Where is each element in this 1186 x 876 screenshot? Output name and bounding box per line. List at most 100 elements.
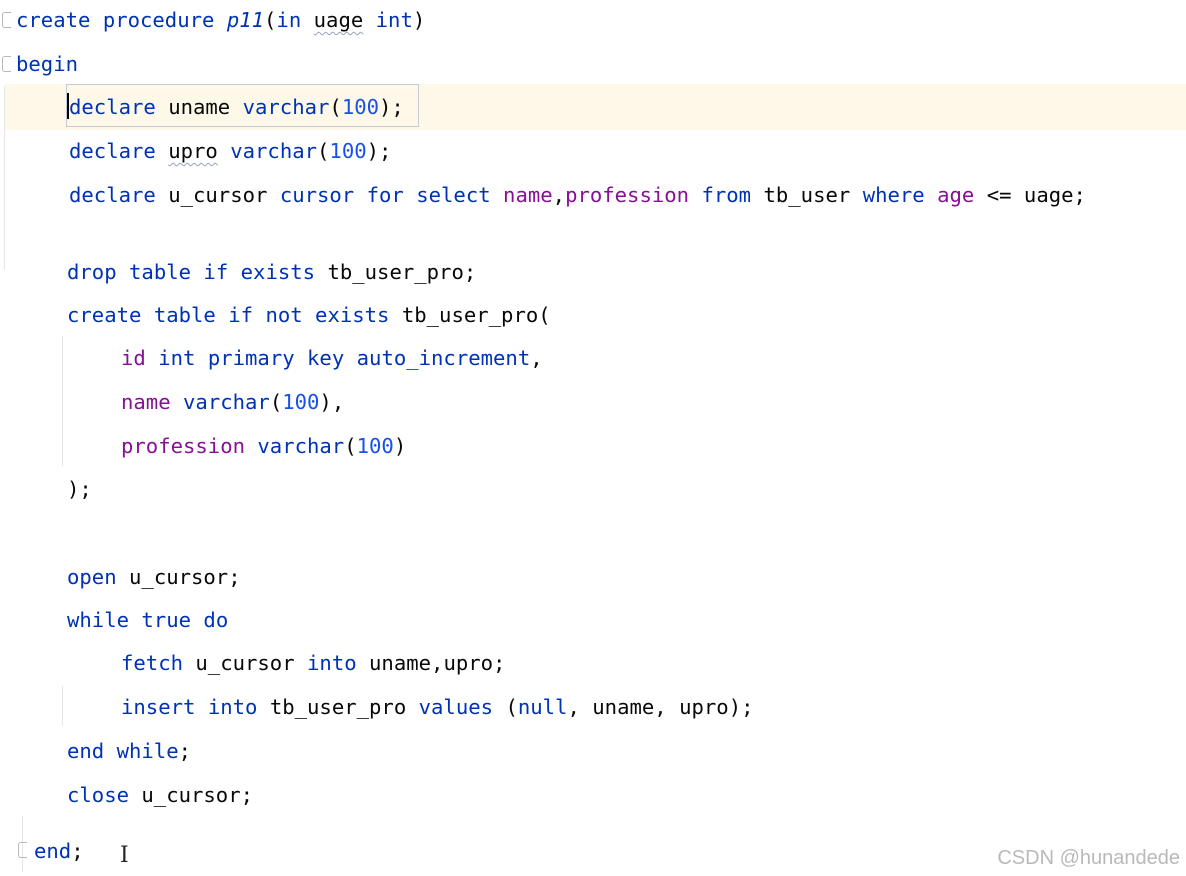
code-token: name bbox=[503, 183, 553, 207]
code-token: upro bbox=[443, 651, 494, 675]
code-token: fetch bbox=[121, 651, 183, 675]
code-line-14[interactable]: fetch u_cursor into uname,upro; bbox=[121, 648, 505, 678]
code-token: 100 bbox=[329, 139, 367, 163]
code-token: ( bbox=[505, 695, 518, 719]
code-token: ); bbox=[67, 477, 92, 501]
code-token: , bbox=[331, 390, 345, 414]
code-line-9[interactable]: name varchar(100), bbox=[121, 387, 344, 417]
code-token: table bbox=[153, 303, 216, 327]
code-token: ( bbox=[264, 8, 277, 32]
watermark: CSDN @hunandede bbox=[997, 847, 1180, 869]
code-token: ; bbox=[71, 839, 84, 863]
code-token: table bbox=[129, 260, 192, 284]
code-line-7[interactable]: create table if not exists tb_user_pro( bbox=[67, 300, 551, 330]
code-token: in bbox=[276, 8, 302, 32]
code-token: , bbox=[567, 695, 593, 719]
code-token: varchar bbox=[257, 434, 345, 458]
code-token: 100 bbox=[282, 390, 320, 414]
code-token: uage bbox=[1023, 183, 1074, 207]
code-token: null bbox=[517, 695, 568, 719]
code-token: ) bbox=[319, 390, 332, 414]
fold-icon[interactable] bbox=[2, 12, 11, 28]
code-line-8[interactable]: id int primary key auto_increment, bbox=[121, 343, 543, 373]
code-line-10[interactable]: profession varchar(100) bbox=[121, 431, 406, 461]
code-token: u_cursor bbox=[195, 651, 295, 675]
code-line-4[interactable]: declare upro varchar(100); bbox=[69, 136, 391, 166]
code-line-12[interactable]: open u_cursor; bbox=[67, 562, 241, 592]
code-token: int bbox=[158, 346, 196, 370]
code-token: where bbox=[862, 183, 925, 207]
code-line-6[interactable]: drop table if exists tb_user_pro; bbox=[67, 257, 476, 287]
code-editor[interactable]: create procedure p11(in uage int) begin de… bbox=[0, 0, 1186, 876]
code-token: create bbox=[67, 303, 142, 327]
code-token: while bbox=[116, 739, 179, 763]
code-token: declare bbox=[69, 139, 156, 163]
code-token: u_cursor bbox=[168, 183, 268, 207]
code-token: drop bbox=[67, 260, 117, 284]
code-line-2[interactable]: begin bbox=[16, 49, 78, 79]
code-line-11[interactable]: ); bbox=[67, 474, 92, 504]
code-token: , bbox=[654, 695, 680, 719]
code-line-18[interactable]: end; bbox=[34, 836, 84, 866]
code-token: name bbox=[121, 390, 171, 414]
code-token: , bbox=[552, 183, 566, 207]
code-token: for bbox=[366, 183, 404, 207]
code-token: exists bbox=[315, 303, 390, 327]
code-token: end bbox=[67, 739, 105, 763]
code-line-17[interactable]: close u_cursor; bbox=[67, 780, 253, 810]
code-token: ; bbox=[240, 783, 254, 807]
code-token: , bbox=[431, 651, 444, 675]
code-line-5[interactable]: declare u_cursor cursor for select name,… bbox=[69, 180, 1086, 210]
code-token: create bbox=[16, 8, 91, 32]
code-token: ( bbox=[344, 434, 357, 458]
code-token: tb_user_pro bbox=[269, 695, 407, 719]
code-token: ; bbox=[493, 651, 506, 675]
code-token: ; bbox=[463, 260, 477, 284]
code-line-13[interactable]: while true do bbox=[67, 605, 228, 635]
code-line-15[interactable]: insert into tb_user_pro values (null, un… bbox=[121, 692, 754, 722]
code-line-16[interactable]: end while; bbox=[67, 736, 191, 766]
code-line-1[interactable]: create procedure p11(in uage int) bbox=[16, 5, 425, 35]
code-token: ; bbox=[178, 739, 192, 763]
code-token: declare bbox=[69, 183, 156, 207]
code-token: end bbox=[34, 839, 72, 863]
fold-icon[interactable] bbox=[18, 842, 27, 858]
code-token: profession bbox=[565, 183, 690, 207]
code-token: while bbox=[67, 608, 129, 632]
code-token: u_cursor bbox=[141, 783, 241, 807]
code-token: ) bbox=[412, 8, 426, 32]
code-token: u_cursor bbox=[129, 565, 229, 589]
code-token: p11 bbox=[226, 8, 265, 32]
fold-icon[interactable] bbox=[2, 56, 11, 72]
code-token: ) bbox=[393, 434, 407, 458]
code-token: values bbox=[418, 695, 494, 719]
code-token: tb_user_pro bbox=[401, 303, 539, 327]
code-token: ; bbox=[1073, 183, 1086, 207]
